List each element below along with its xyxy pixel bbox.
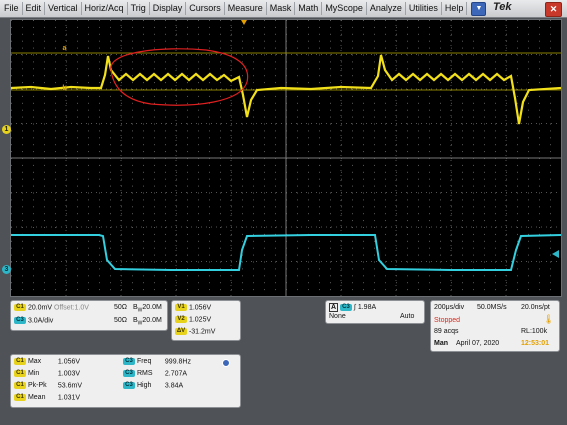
menu-trig[interactable]: Trig <box>128 2 150 15</box>
ch1-impedance: 50Ω <box>114 304 128 311</box>
v1-chip: V1 <box>175 304 187 311</box>
dv-chip: ΔV <box>175 328 187 335</box>
ch1-chip: C1 <box>14 304 26 311</box>
meas-value-freq: 999.8Hz <box>164 358 191 366</box>
menu-measure[interactable]: Measure <box>225 2 267 15</box>
info-dot-icon[interactable] <box>222 359 230 367</box>
time: 12:53:01 <box>521 340 550 347</box>
menu-myscope[interactable]: MyScope <box>322 2 367 15</box>
acquisition-state: Stopped <box>434 317 461 324</box>
meas-label-mean: Mean <box>27 394 46 402</box>
meas-chip-3: C1 <box>14 382 26 389</box>
dv-value: -31.2mV <box>188 328 216 336</box>
cursor-a-marker[interactable]: a <box>60 44 69 53</box>
readout-area: C1 20.0mV Offset:1.0V 50Ω BW20.0M C3 3.0… <box>0 297 567 425</box>
menu-analyze[interactable]: Analyze <box>367 2 406 15</box>
single-shot-icon: 🌡 <box>543 314 555 324</box>
measurement-panel[interactable]: C1 Max 1.056V C1 Min 1.003V C1 Pk-Pk 53.… <box>10 354 241 408</box>
meas-label-max: Max <box>27 358 42 366</box>
meas-value-mean: 1.031V <box>57 394 81 402</box>
waveform-display[interactable]: a b <box>10 19 562 297</box>
trigger-panel[interactable]: A C3 ∫ 1.98A None Auto <box>325 300 425 324</box>
ch3-scale: 3.0A/div <box>27 317 54 325</box>
record-length: RL:100k <box>521 328 548 335</box>
meas-value-max: 1.056V <box>57 358 81 366</box>
dropdown-arrow-button[interactable]: ▼ <box>471 1 487 16</box>
meas-label-high: High <box>136 382 152 390</box>
menu-horiz-acq[interactable]: Horiz/Acq <box>82 2 128 15</box>
menu-display[interactable]: Display <box>150 2 187 15</box>
menu-bar: File Edit Vertical Horiz/Acq Trig Displa… <box>0 0 567 18</box>
acquisition-count: 89 acqs <box>434 328 459 335</box>
ch1-ground-marker[interactable]: 1 <box>2 125 11 134</box>
trigger-a-label: A <box>329 303 339 312</box>
trigger-mode: Auto <box>400 313 415 320</box>
ch3-ground-marker[interactable]: 3 <box>2 265 11 274</box>
v2-chip: V2 <box>175 316 187 323</box>
menu-cursors[interactable]: Cursors <box>186 2 225 15</box>
timebase: 200μs/div <box>434 304 465 311</box>
meas-label-min: Min <box>27 370 40 378</box>
resolution: 20.0ns/pt <box>521 304 550 311</box>
close-button[interactable]: ✕ <box>545 2 562 17</box>
date: April 07, 2020 <box>456 340 500 347</box>
meas-value-pkpk: 53.6mV <box>57 382 83 390</box>
ch3-chip: C3 <box>14 317 26 324</box>
meas-chip-2: C1 <box>14 370 26 377</box>
menu-vertical[interactable]: Vertical <box>45 2 82 15</box>
graticule <box>10 20 562 296</box>
acquisition-mode: Man <box>434 340 448 347</box>
menu-math[interactable]: Math <box>295 2 323 15</box>
menu-mask[interactable]: Mask <box>267 2 296 15</box>
trigger-source: None <box>329 313 346 320</box>
ch3-impedance: 50Ω <box>114 317 128 324</box>
ch1-bandwidth: 20.0M <box>142 304 162 311</box>
ch1-scale: 20.0mV <box>27 304 53 312</box>
v1-value: 1.056V <box>188 304 212 312</box>
menu-utilities[interactable]: Utilities <box>406 2 442 15</box>
meas-label-rms: RMS <box>136 370 153 378</box>
menu-file[interactable]: File <box>0 2 23 15</box>
trigger-level: 1.98A <box>357 304 377 311</box>
meas-chip-6: C3 <box>123 370 135 377</box>
brand-logo: Tek <box>493 1 512 13</box>
menu-edit[interactable]: Edit <box>23 2 46 15</box>
meas-label-freq: Freq <box>136 358 152 366</box>
meas-value-min: 1.003V <box>57 370 81 378</box>
meas-value-rms: 2.707A <box>164 370 188 378</box>
meas-chip-7: C3 <box>123 382 135 389</box>
acquisition-panel[interactable]: 200μs/div 50.0MS/s 20.0ns/pt 🌡 Stopped 8… <box>430 300 560 352</box>
ch3-bandwidth: 20.0M <box>142 317 162 324</box>
meas-chip-1: C1 <box>14 358 26 365</box>
cursor-b-marker[interactable]: b <box>60 84 69 93</box>
meas-chip-4: C1 <box>14 394 26 401</box>
trigger-chip: C3 <box>340 303 353 311</box>
ch1-offset: Offset:1.0V <box>54 304 89 312</box>
menu-help[interactable]: Help <box>442 2 468 15</box>
meas-value-high: 3.84A <box>164 382 184 390</box>
meas-chip-5: C3 <box>123 358 135 365</box>
sample-rate: 50.0MS/s <box>477 304 507 311</box>
trigger-level-marker[interactable] <box>552 250 559 258</box>
meas-label-pkpk: Pk-Pk <box>27 382 47 390</box>
cursor-readout-panel[interactable]: V1 1.056V V2 1.025V ΔV -31.2mV <box>171 300 241 341</box>
trigger-slope-icon: ∫ <box>353 304 356 311</box>
channel-settings-panel[interactable]: C1 20.0mV Offset:1.0V 50Ω BW20.0M C3 3.0… <box>10 300 168 331</box>
v2-value: 1.025V <box>188 316 212 324</box>
